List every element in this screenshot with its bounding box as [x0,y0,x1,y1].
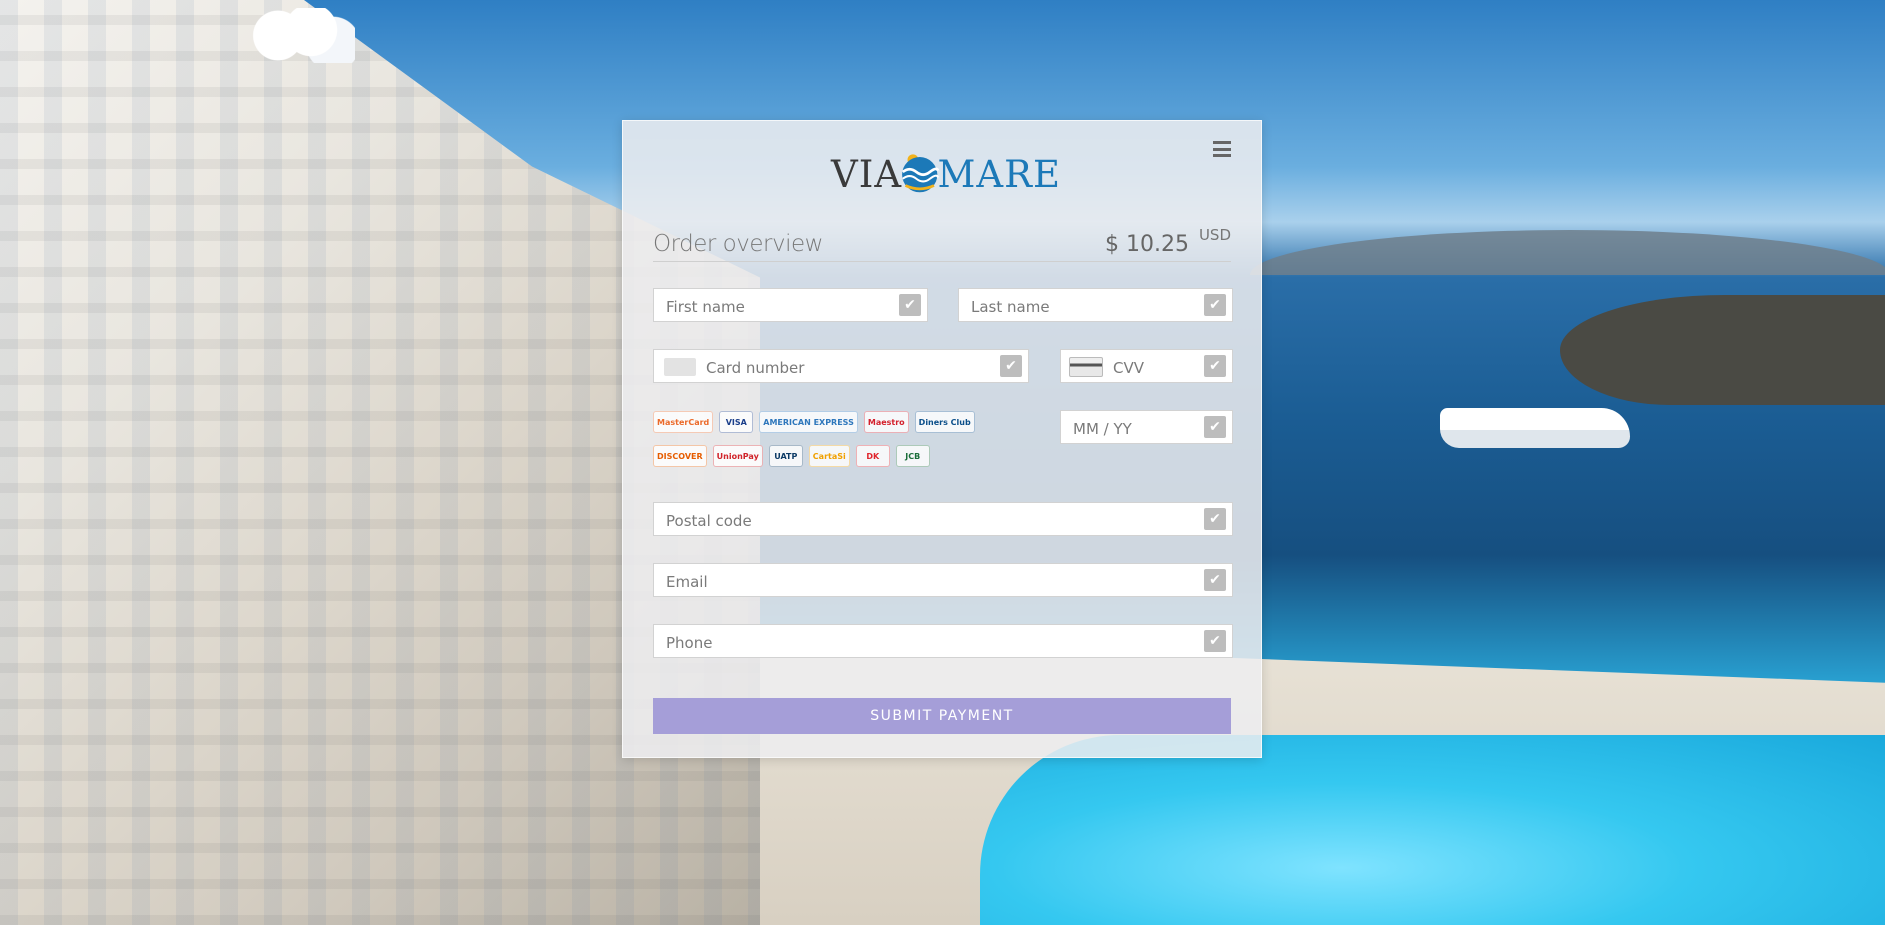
jcb-logo-icon: JCB [895,445,930,467]
phone-field[interactable]: Phone ✔ [653,624,1233,658]
wave-sun-emblem-icon [901,154,940,193]
first-name-placeholder: First name [666,298,745,316]
payment-card: VIA MARE Order overview $ 10.25 USD Firs… [622,120,1262,758]
check-icon: ✔ [1204,508,1226,530]
postal-code-field[interactable]: Postal code ✔ [653,502,1233,536]
card-number-field[interactable]: Card number ✔ [653,349,1029,383]
brand-logo: VIA MARE [831,139,1061,209]
amex-logo-icon: AMERICAN EXPRESS [759,411,858,433]
uatp-logo-icon: UATP [768,445,803,467]
submit-payment-button[interactable]: SUBMIT PAYMENT [653,698,1231,734]
email-placeholder: Email [666,573,708,591]
order-header: Order overview $ 10.25 USD [653,221,1231,262]
check-icon: ✔ [1000,355,1022,377]
expiry-field[interactable]: MM / YY ✔ [1060,410,1233,444]
cartasi-logo-icon: CartaSi [808,445,850,467]
visa-logo-icon: VISA [719,411,754,433]
background-cruise-ship [1440,408,1630,448]
cvv-field[interactable]: CVV ✔ [1060,349,1233,383]
check-icon: ✔ [1204,416,1226,438]
check-icon: ✔ [1204,630,1226,652]
postal-code-placeholder: Postal code [666,512,752,530]
first-name-field[interactable]: First name ✔ [653,288,928,322]
check-icon: ✔ [899,294,921,316]
order-amount: $ 10.25 [1105,232,1189,257]
background-cloud [245,8,355,63]
card-number-placeholder: Card number [706,359,805,377]
last-name-placeholder: Last name [971,298,1050,316]
check-icon: ✔ [1204,569,1226,591]
background-cliff [1560,295,1885,405]
dankort-logo-icon: DK [855,445,890,467]
background-pool [980,735,1885,925]
cvv-placeholder: CVV [1113,359,1144,377]
check-icon: ✔ [1204,355,1226,377]
expiry-placeholder: MM / YY [1073,420,1132,438]
logo-text-right: MARE [937,152,1061,196]
logo-text-left: VIA [831,152,903,196]
last-name-field[interactable]: Last name ✔ [958,288,1233,322]
order-title: Order overview [653,231,823,257]
background-island [1250,230,1885,275]
card-type-icon [664,358,696,376]
maestro-logo-icon: Maestro [863,411,909,433]
hamburger-menu-icon[interactable] [1213,141,1231,157]
mastercard-logo-icon: MasterCard [653,411,714,433]
accepted-card-brands: MasterCard VISA AMERICAN EXPRESS Maestro Din… [653,411,993,471]
diners-logo-icon: Diners Club [914,411,975,433]
order-currency: USD [1198,226,1231,244]
email-field[interactable]: Email ✔ [653,563,1233,597]
cvv-card-icon [1069,357,1103,377]
phone-placeholder: Phone [666,634,713,652]
unionpay-logo-icon: UnionPay [712,445,763,467]
check-icon: ✔ [1204,294,1226,316]
discover-logo-icon: DISCOVER [653,445,707,467]
